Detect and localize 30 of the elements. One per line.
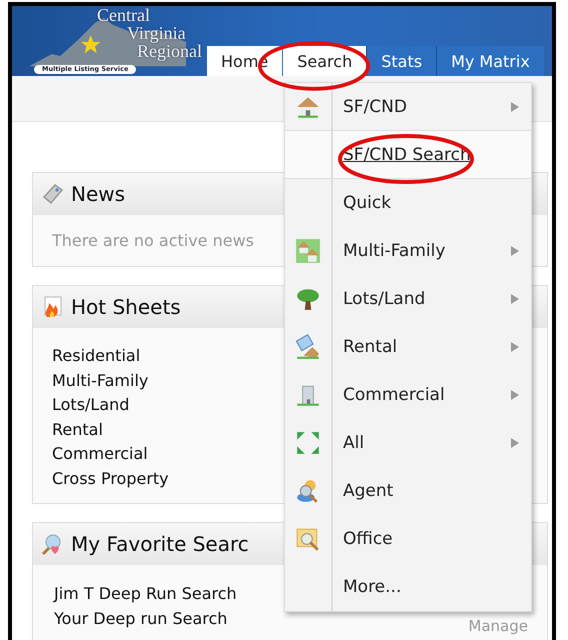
house-sign-icon [295, 334, 321, 360]
tag-icon [41, 182, 65, 206]
list-link[interactable]: Lots/Land [52, 393, 130, 418]
menu-item[interactable]: Agent [285, 467, 531, 515]
menu-item[interactable]: More... [285, 563, 531, 611]
empty-message: There are no active news [52, 231, 254, 252]
logo-text: Central [97, 6, 150, 24]
menu-item[interactable]: Multi-Family [285, 227, 531, 275]
list-link[interactable]: Jim T Deep Run Search [52, 581, 237, 606]
expand-arrows-icon [295, 430, 321, 456]
list-link[interactable]: Multi-Family [52, 368, 148, 393]
panel-title: Hot Sheets [71, 295, 181, 319]
list-link[interactable]: Commercial [52, 442, 148, 466]
menu-item[interactable]: Quick [285, 179, 531, 227]
nav-tab[interactable]: My Matrix [436, 46, 544, 76]
list-link[interactable]: Your Deep run Search [52, 606, 228, 631]
houses-icon [295, 238, 321, 264]
nav-tab[interactable]: Search [282, 46, 366, 76]
nav-tab[interactable]: Stats [366, 46, 436, 76]
list-link[interactable]: Cross Property [52, 466, 169, 491]
menu-item[interactable]: All [285, 419, 531, 467]
list-link[interactable]: Rental [52, 418, 103, 442]
folder-search-icon [295, 526, 321, 552]
menu-item[interactable]: Lots/Land [285, 275, 531, 323]
menu-item[interactable]: Commercial [285, 371, 531, 419]
panel-title: News [71, 182, 126, 206]
panel-title: My Favorite Searc [71, 532, 249, 556]
menu-item[interactable]: Rental [285, 323, 531, 371]
menu-item[interactable]: Office [285, 515, 531, 563]
list-link[interactable]: Residential [52, 344, 140, 368]
